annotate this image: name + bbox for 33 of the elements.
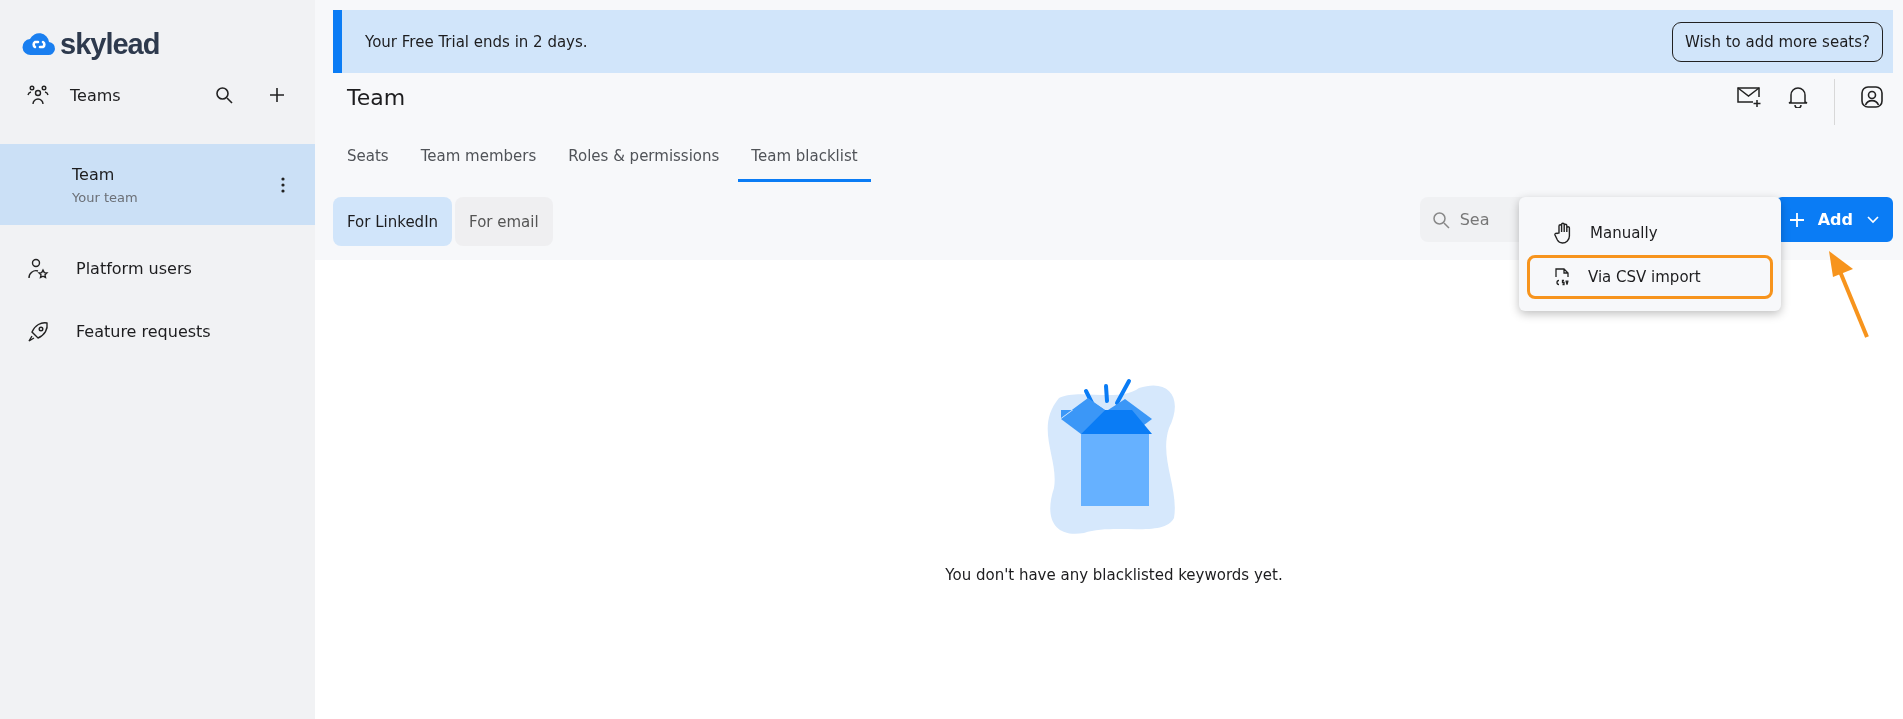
page-title: Team: [347, 84, 406, 110]
search-icon[interactable]: [215, 86, 233, 104]
tab[interactable]: Team blacklist: [738, 141, 871, 182]
bell-icon[interactable]: [1788, 86, 1808, 108]
tab[interactable]: Seats: [334, 141, 402, 182]
chevron-down-icon: [1867, 215, 1879, 224]
rocket-icon: [27, 320, 49, 343]
user-star-icon: [27, 257, 49, 280]
csv-file-icon: [1554, 267, 1570, 287]
logo-text: skylead: [60, 27, 160, 61]
account-icon[interactable]: [1861, 86, 1883, 108]
filter-tab[interactable]: For email: [455, 197, 553, 246]
plus-icon: [1789, 212, 1804, 227]
sidebar-item[interactable]: Platform users: [0, 237, 315, 300]
search-input[interactable]: Sea: [1459, 210, 1498, 229]
menu-item[interactable]: Via CSV import: [1527, 255, 1773, 299]
filter-tab[interactable]: For LinkedIn: [333, 197, 453, 246]
team-item[interactable]: Team Your team: [0, 144, 315, 225]
more-icon[interactable]: [281, 176, 285, 193]
cloud-logo-icon: [22, 31, 56, 57]
search-icon: [1431, 210, 1450, 229]
mail-add-icon[interactable]: [1736, 86, 1762, 108]
sidebar-item[interactable]: Feature requests: [0, 300, 315, 363]
hand-icon: [1554, 222, 1572, 244]
add-seats-button[interactable]: Wish to add more seats?: [1671, 21, 1883, 62]
people-icon: [27, 84, 49, 106]
teams-heading: Teams: [70, 85, 122, 105]
tab[interactable]: Team members: [407, 141, 550, 182]
tab[interactable]: Roles & permissions: [555, 141, 733, 182]
banner-message: Your Free Trial ends in 2 days.: [365, 32, 588, 51]
menu-item[interactable]: Manually: [1527, 211, 1773, 255]
empty-state-message: You don't have any blacklisted keywords yet.: [945, 566, 1283, 584]
add-team-icon[interactable]: [269, 87, 285, 103]
